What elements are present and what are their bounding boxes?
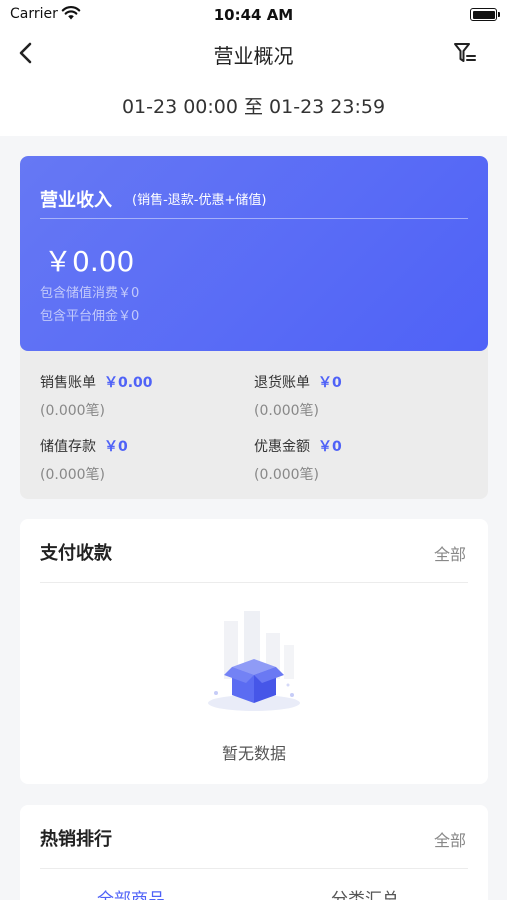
stat-sales-bills[interactable]: 销售账单 ￥0.00 (0.000笔) — [40, 372, 153, 420]
card-divider — [40, 582, 468, 583]
stat-label: 退货账单 — [254, 375, 310, 391]
revenue-title: 营业收入 — [40, 190, 112, 211]
stat-discount-amount[interactable]: 优惠金额 ￥0 (0.000笔) — [254, 436, 342, 484]
stat-value: ￥0 — [104, 439, 128, 455]
stat-count: (0.000笔) — [40, 403, 106, 419]
filter-button[interactable] — [451, 39, 479, 67]
status-time: 10:44 AM — [213, 6, 294, 24]
stat-value: ￥0 — [318, 375, 342, 391]
status-bar: Carrier 10:44 AM — [0, 0, 507, 30]
page-title: 营业概况 — [213, 44, 294, 68]
revenue-summary-panel: 营业收入 (销售-退款-优惠+储值) ￥0.00 包含储值消费￥0 包含平台佣金… — [20, 156, 488, 499]
stat-count: (0.000笔) — [254, 467, 320, 483]
stat-label: 销售账单 — [40, 375, 96, 391]
empty-box-icon — [194, 611, 314, 721]
payment-card: 支付收款 全部 暂无数据 — [20, 519, 488, 784]
stat-stored-value-deposits[interactable]: 储值存款 ￥0 (0.000笔) — [40, 436, 128, 484]
hot-sales-card: 热销排行 全部 全部商品 分类汇总 — [20, 805, 488, 900]
hot-sales-view-all-link[interactable]: 全部 — [434, 827, 466, 851]
platform-commission: 包含平台佣金￥0 — [40, 309, 140, 324]
stat-count: (0.000笔) — [40, 467, 106, 483]
stat-label: 优惠金额 — [254, 439, 310, 455]
empty-state-text: 暂无数据 — [221, 744, 286, 763]
revenue-card: 营业收入 (销售-退款-优惠+储值) ￥0.00 包含储值消费￥0 包含平台佣金… — [20, 156, 488, 351]
stat-count: (0.000笔) — [254, 403, 320, 419]
filter-icon — [454, 43, 476, 62]
stat-value: ￥0.00 — [104, 375, 153, 391]
tab-all-products[interactable]: 全部商品 — [97, 885, 165, 900]
stat-return-bills[interactable]: 退货账单 ￥0 (0.000笔) — [254, 372, 342, 420]
date-range-selector[interactable]: 01-23 00:00 至 01-23 23:59 — [0, 76, 507, 136]
tab-category-summary[interactable]: 分类汇总 — [331, 885, 399, 900]
card-divider — [40, 868, 468, 869]
hot-sales-title: 热销排行 — [40, 829, 112, 850]
payment-view-all-link[interactable]: 全部 — [434, 541, 466, 565]
battery-icon — [470, 8, 500, 21]
payment-title: 支付收款 — [40, 543, 112, 564]
revenue-divider — [40, 218, 468, 219]
stored-value-consumption: 包含储值消费￥0 — [40, 286, 140, 301]
stat-value: ￥0 — [318, 439, 342, 455]
stat-label: 储值存款 — [40, 439, 96, 455]
revenue-amount: ￥0.00 — [44, 245, 135, 278]
revenue-formula: (销售-退款-优惠+储值) — [132, 193, 267, 208]
nav-bar: 营业概况 — [0, 30, 507, 76]
